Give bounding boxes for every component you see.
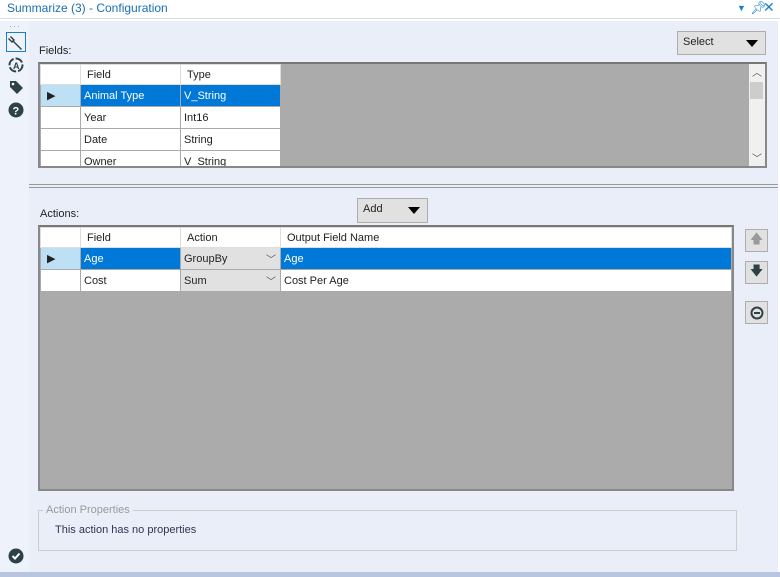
row-selector[interactable]: ▶ bbox=[40, 84, 81, 107]
type-cell[interactable]: Int16 bbox=[180, 106, 281, 129]
table-row[interactable]: ▶ Age GroupBy ﹀ Age bbox=[40, 247, 732, 270]
minus-circle-icon bbox=[750, 306, 763, 319]
table-row[interactable]: Date String bbox=[40, 128, 281, 151]
scroll-up-icon[interactable]: ︿ bbox=[752, 64, 762, 79]
output-field-cell[interactable]: Age bbox=[280, 247, 732, 270]
table-row[interactable]: Year Int16 bbox=[40, 106, 281, 129]
add-dropdown[interactable]: Add bbox=[357, 198, 428, 223]
fields-grid[interactable]: Field Type ▶ Animal Type V_String Year Int16… bbox=[38, 62, 767, 168]
tag-icon[interactable] bbox=[6, 77, 26, 97]
field-cell[interactable]: Owner bbox=[80, 150, 181, 166]
actions-grid[interactable]: Field Action Output Field Name ▶ Age GroupBy… bbox=[38, 225, 734, 491]
select-dropdown-label: Select bbox=[683, 36, 714, 48]
field-cell[interactable]: Year bbox=[80, 106, 181, 129]
row-selector[interactable]: ▶ bbox=[40, 247, 81, 270]
field-cell[interactable]: Cost bbox=[80, 269, 181, 292]
column-header-field[interactable]: Field bbox=[80, 64, 181, 85]
column-header-output[interactable]: Output Field Name bbox=[280, 227, 732, 248]
svg-text:?: ? bbox=[13, 106, 20, 118]
table-row[interactable]: ▶ Animal Type V_String bbox=[40, 84, 281, 107]
move-down-button[interactable]: 🡇 bbox=[745, 261, 768, 284]
field-cell[interactable]: Age bbox=[80, 247, 181, 270]
side-toolbar: ··· A ? bbox=[0, 21, 29, 572]
action-combobox[interactable]: Sum ﹀ bbox=[180, 269, 281, 292]
wrench-icon[interactable] bbox=[6, 32, 26, 52]
row-selector[interactable] bbox=[40, 150, 81, 166]
vertical-scrollbar[interactable]: ︿ ﹀ bbox=[749, 64, 765, 166]
scroll-down-icon[interactable]: ﹀ bbox=[752, 150, 762, 165]
add-dropdown-label: Add bbox=[363, 203, 383, 215]
action-properties-legend: Action Properties bbox=[46, 504, 130, 516]
chevron-down-icon bbox=[408, 207, 420, 214]
type-cell[interactable]: V_String bbox=[180, 84, 281, 107]
output-field-cell[interactable]: Cost Per Age bbox=[280, 269, 732, 292]
table-row[interactable]: Owner V_String bbox=[40, 150, 281, 166]
chevron-down-icon: ﹀ bbox=[266, 277, 276, 288]
actions-table: Field Action Output Field Name ▶ Age GroupBy… bbox=[40, 227, 732, 292]
remove-button[interactable] bbox=[745, 301, 768, 324]
select-dropdown[interactable]: Select bbox=[677, 31, 766, 55]
column-header-action[interactable]: Action bbox=[180, 227, 281, 248]
chevron-down-icon bbox=[746, 40, 758, 47]
bottom-border bbox=[0, 572, 780, 577]
arrow-up-icon: 🡅 bbox=[749, 230, 764, 246]
splitter[interactable] bbox=[29, 184, 778, 188]
arrow-down-icon: 🡇 bbox=[749, 262, 764, 278]
close-icon[interactable]: ✕ bbox=[763, 0, 775, 16]
field-cell[interactable]: Animal Type bbox=[80, 84, 181, 107]
action-value: Sum bbox=[184, 274, 207, 287]
row-header bbox=[40, 64, 81, 85]
grip-icon: ··· bbox=[9, 21, 21, 31]
action-value: GroupBy bbox=[184, 252, 228, 265]
chevron-down-icon: ﹀ bbox=[266, 255, 276, 266]
table-row[interactable]: Cost Sum ﹀ Cost Per Age bbox=[40, 269, 732, 292]
action-properties-group: Action Properties This action has no pro… bbox=[38, 504, 737, 551]
properties-message: This action has no properties bbox=[55, 524, 197, 536]
action-combobox[interactable]: GroupBy ﹀ bbox=[180, 247, 281, 270]
row-header bbox=[40, 227, 81, 248]
column-header-field[interactable]: Field bbox=[80, 227, 181, 248]
type-cell[interactable]: String bbox=[180, 128, 281, 151]
actions-label: Actions: bbox=[40, 208, 80, 220]
row-selector[interactable] bbox=[40, 106, 81, 129]
fields-label: Fields: bbox=[39, 45, 72, 57]
title-bar: Summarize (3) - Configuration ▼ 📌︎ ✕ bbox=[0, 0, 780, 19]
type-cell[interactable]: V_String bbox=[180, 150, 281, 166]
dropdown-icon[interactable]: ▼ bbox=[737, 3, 746, 13]
column-header-type[interactable]: Type bbox=[180, 64, 281, 85]
move-up-button[interactable]: 🡅 bbox=[745, 229, 768, 252]
row-selector[interactable] bbox=[40, 269, 81, 292]
fields-table: Field Type ▶ Animal Type V_String Year Int16… bbox=[40, 64, 281, 166]
svg-text:A: A bbox=[13, 61, 20, 71]
row-selector[interactable] bbox=[40, 128, 81, 151]
check-icon bbox=[6, 546, 26, 566]
help-icon[interactable]: ? bbox=[6, 100, 26, 120]
annotation-icon[interactable]: A bbox=[6, 55, 26, 75]
window-title: Summarize (3) - Configuration bbox=[7, 1, 168, 15]
scroll-thumb[interactable] bbox=[750, 82, 763, 99]
field-cell[interactable]: Date bbox=[80, 128, 181, 151]
